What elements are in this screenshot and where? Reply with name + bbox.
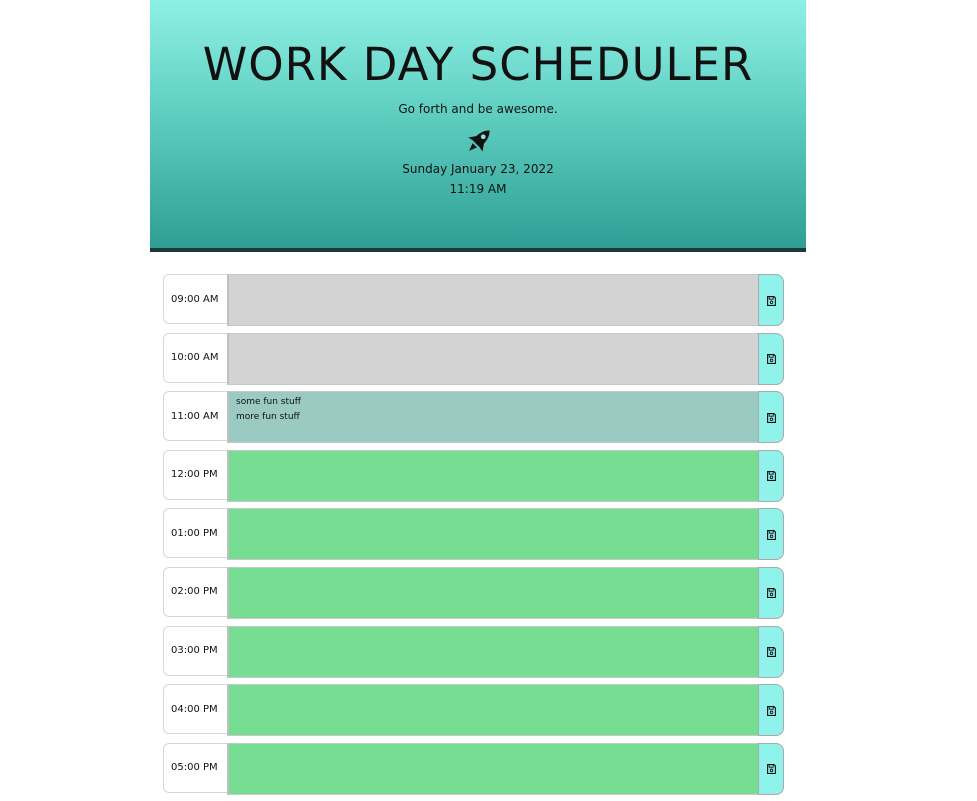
hour-label: 10:00 AM <box>163 332 227 383</box>
page-title: WORK DAY SCHEDULER <box>202 38 754 91</box>
save-icon <box>766 583 776 602</box>
hour-label: 05:00 PM <box>163 742 227 793</box>
save-button[interactable] <box>758 274 784 326</box>
schedule-list: 09:00 AM 10:00 AM 11:00 AM some fun stuff m… <box>163 274 784 801</box>
time-block-row: 09:00 AM <box>163 274 784 326</box>
rocket-icon <box>462 124 496 158</box>
save-button[interactable] <box>758 625 784 678</box>
save-icon <box>766 701 776 720</box>
time-block-row: 02:00 PM <box>163 566 784 619</box>
hour-label: 01:00 PM <box>163 508 227 559</box>
hour-label: 02:00 PM <box>163 566 227 617</box>
hour-label: 11:00 AM <box>163 391 227 442</box>
event-description-input[interactable] <box>227 274 758 326</box>
save-icon <box>766 759 776 778</box>
current-date: Sunday January 23, 2022 <box>402 162 554 176</box>
tagline: Go forth and be awesome. <box>398 102 558 116</box>
event-description-input[interactable] <box>227 625 758 678</box>
save-icon <box>766 291 776 310</box>
event-description-input[interactable] <box>227 449 758 502</box>
event-description-input[interactable] <box>227 332 758 385</box>
time-block-row: 04:00 PM <box>163 684 784 737</box>
save-button[interactable] <box>758 508 784 561</box>
time-block-row: 11:00 AM some fun stuff more fun stuff <box>163 391 784 444</box>
time-block-row: 12:00 PM <box>163 449 784 502</box>
time-block-row: 05:00 PM <box>163 742 784 795</box>
hour-label: 12:00 PM <box>163 449 227 500</box>
event-description-input[interactable] <box>227 508 758 561</box>
hour-label: 03:00 PM <box>163 625 227 676</box>
save-button[interactable] <box>758 449 784 502</box>
time-block-row: 10:00 AM <box>163 332 784 385</box>
save-icon <box>766 642 776 661</box>
save-button[interactable] <box>758 332 784 385</box>
save-icon <box>766 525 776 544</box>
save-button[interactable] <box>758 566 784 619</box>
time-block-row: 01:00 PM <box>163 508 784 561</box>
save-icon <box>766 408 776 427</box>
save-button[interactable] <box>758 684 784 737</box>
current-time: 11:19 AM <box>449 182 507 196</box>
header: WORK DAY SCHEDULER Go forth and be aweso… <box>150 0 806 252</box>
hour-label: 04:00 PM <box>163 684 227 735</box>
save-icon <box>766 466 776 485</box>
hour-label: 09:00 AM <box>163 274 227 324</box>
save-button[interactable] <box>758 391 784 444</box>
event-description-input[interactable] <box>227 566 758 619</box>
save-icon <box>766 349 776 368</box>
save-button[interactable] <box>758 742 784 795</box>
event-description-input[interactable] <box>227 684 758 737</box>
time-block-row: 03:00 PM <box>163 625 784 678</box>
event-description-input[interactable] <box>227 742 758 795</box>
event-description-input[interactable]: some fun stuff more fun stuff <box>227 391 758 444</box>
